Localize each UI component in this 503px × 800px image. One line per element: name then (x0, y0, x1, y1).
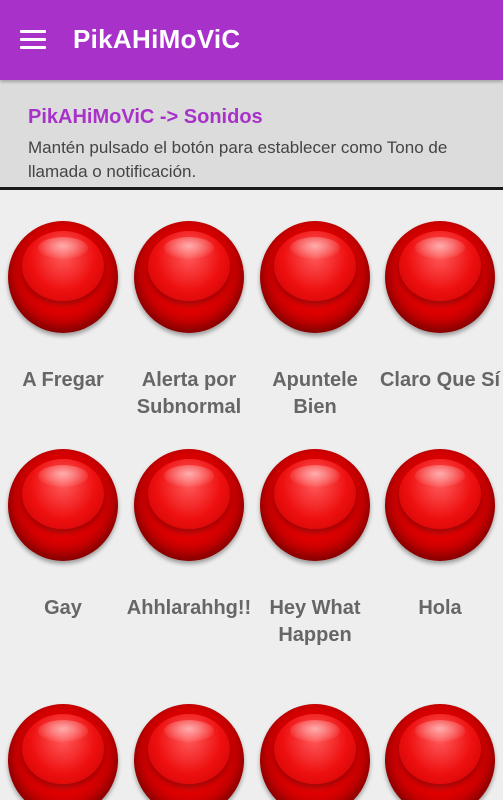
hamburger-menu-icon[interactable] (20, 29, 46, 49)
sound-button[interactable] (134, 704, 244, 800)
sound-cell[interactable]: Alerta por Subnormal (126, 193, 252, 433)
sound-button[interactable] (385, 449, 495, 561)
sound-cell[interactable] (126, 676, 252, 800)
sound-cell[interactable]: Gay (0, 421, 126, 661)
sound-label: Hola (418, 597, 462, 619)
sound-cell[interactable]: Hola (377, 421, 503, 661)
sound-button[interactable] (134, 221, 244, 333)
sound-label: Ahhlarahhg!! (126, 597, 252, 619)
sound-cell[interactable] (377, 676, 503, 800)
sound-cell[interactable]: Hey What Happen (252, 421, 378, 661)
app-bar: PikAHiMoViC (0, 0, 503, 80)
header-panel: PikAHiMoViC -> Sonidos Mantén pulsado el… (0, 80, 503, 190)
header-title: PikAHiMoViC -> Sonidos (28, 106, 263, 128)
sound-label: A Fregar (22, 369, 104, 391)
sound-label: Alerta por Subnormal (136, 369, 242, 418)
sound-button[interactable] (260, 221, 370, 333)
sound-label: Claro Que Sí (379, 369, 501, 391)
sound-label: Gay (44, 597, 82, 619)
sound-grid: A Fregar Alerta por Subnormal Apuntele B… (0, 193, 503, 800)
sound-button[interactable] (8, 704, 118, 800)
header-description: Mantén pulsado el botón para establecer … (28, 138, 448, 181)
sound-cell[interactable]: A Fregar (0, 193, 126, 433)
sound-cell[interactable]: Claro Que Sí (377, 193, 503, 433)
sound-button[interactable] (260, 704, 370, 800)
sound-button[interactable] (385, 704, 495, 800)
sound-cell[interactable] (0, 676, 126, 800)
sound-button[interactable] (8, 221, 118, 333)
sound-button[interactable] (8, 449, 118, 561)
sound-button[interactable] (134, 449, 244, 561)
sound-label: Hey What Happen (269, 597, 361, 646)
sound-button[interactable] (260, 449, 370, 561)
sound-cell[interactable]: Apuntele Bien (252, 193, 378, 433)
sound-label: Apuntele Bien (272, 369, 358, 418)
sound-button[interactable] (385, 221, 495, 333)
app-title: PikAHiMoViC (73, 24, 241, 54)
sound-cell[interactable] (252, 676, 378, 800)
sound-cell[interactable]: Ahhlarahhg!! (126, 421, 252, 661)
